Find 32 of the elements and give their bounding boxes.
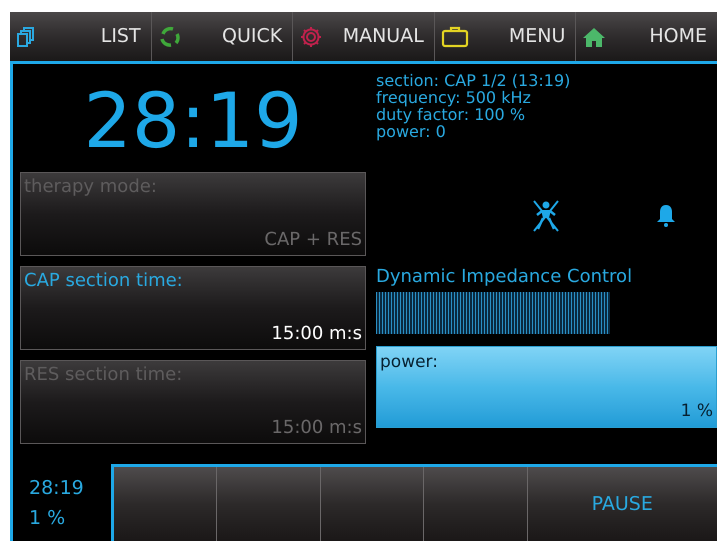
status-line: power: 0 xyxy=(376,123,447,140)
status-line: duty factor: 100 % xyxy=(376,106,526,123)
nav-tab[interactable]: MENU xyxy=(508,22,566,51)
nav-tab[interactable]: LIST xyxy=(100,22,141,51)
footer-power: 1 % xyxy=(29,506,66,530)
nav-tab[interactable]: MANUAL xyxy=(342,22,424,51)
soft-key[interactable]: PAUSE xyxy=(526,467,717,541)
status-line: frequency: 500 kHz xyxy=(376,89,531,106)
impedance-title: Dynamic Impedance Control xyxy=(376,264,634,288)
folder-icon[interactable] xyxy=(440,26,469,48)
setting-button[interactable]: CAP section time: 15:00 m:s xyxy=(20,266,366,350)
bell-icon xyxy=(656,203,676,229)
session-timer: 28:19 xyxy=(82,75,304,167)
setting-value: CAP + RES xyxy=(264,228,362,252)
status-line: section: CAP 1/2 (13:19) xyxy=(376,72,572,89)
nav-tab[interactable]: HOME xyxy=(649,22,707,51)
power-label: power: xyxy=(380,351,439,374)
soft-key[interactable] xyxy=(216,467,320,541)
nav-tab[interactable]: QUICK xyxy=(222,22,282,51)
footer-time: 28:19 xyxy=(29,476,85,500)
setting-value: 15:00 m:s xyxy=(271,322,362,346)
soft-key[interactable] xyxy=(320,467,424,541)
crossed-person-icon xyxy=(532,199,560,233)
setting-label: CAP section time: xyxy=(24,269,184,293)
soft-key[interactable] xyxy=(423,467,527,541)
soft-key[interactable] xyxy=(114,467,216,541)
home-icon[interactable] xyxy=(582,26,606,48)
pages-icon[interactable] xyxy=(16,26,36,48)
power-value: 1 % xyxy=(680,400,713,422)
setting-value: 15:00 m:s xyxy=(271,416,362,440)
power-button[interactable]: power: 1 % xyxy=(376,346,717,428)
gear-icon[interactable] xyxy=(299,24,324,48)
